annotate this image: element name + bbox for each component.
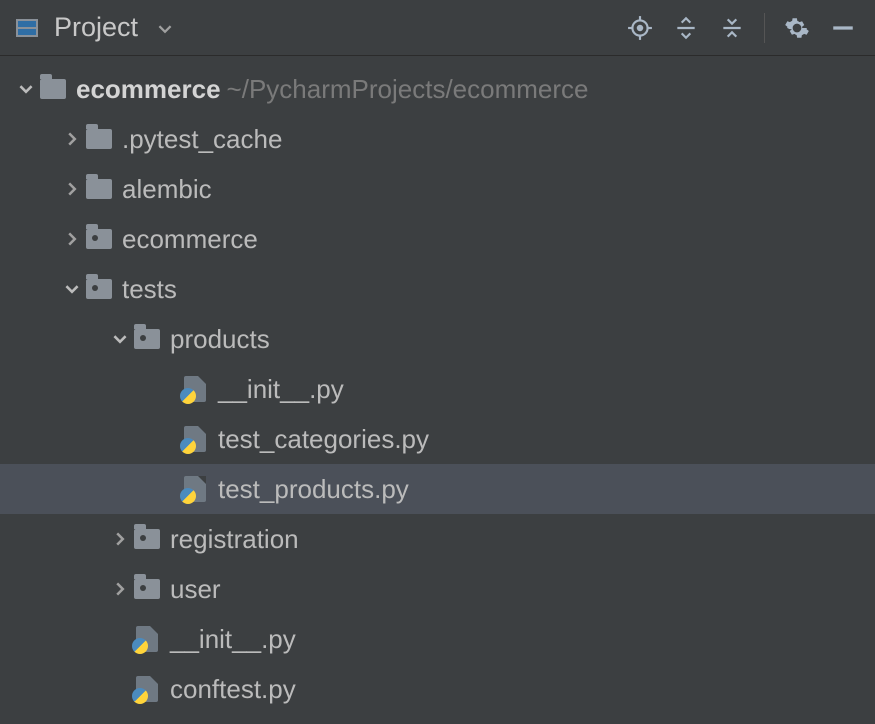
chevron-down-icon[interactable] <box>60 282 84 296</box>
tree-row-file[interactable]: __init__.py <box>0 364 875 414</box>
package-icon <box>132 329 162 349</box>
chevron-down-icon[interactable] <box>108 332 132 346</box>
tree-path: ~/PycharmProjects/ecommerce <box>227 74 589 105</box>
hide-icon[interactable] <box>829 14 857 42</box>
chevron-down-icon[interactable] <box>14 82 38 96</box>
tree-label: ecommerce <box>76 74 221 105</box>
tree-label: registration <box>170 524 299 555</box>
chevron-right-icon[interactable] <box>108 532 132 546</box>
tree-label: alembic <box>122 174 212 205</box>
project-tree: ecommerce ~/PycharmProjects/ecommerce .p… <box>0 56 875 714</box>
package-icon <box>84 279 114 299</box>
tree-label: conftest.py <box>170 674 296 705</box>
tree-label: ecommerce <box>122 224 258 255</box>
tree-label: user <box>170 574 221 605</box>
folder-icon <box>38 79 68 99</box>
tree-row-file-selected[interactable]: test_products.py <box>0 464 875 514</box>
tree-row-folder[interactable]: registration <box>0 514 875 564</box>
package-icon <box>132 579 162 599</box>
tree-row-folder[interactable]: tests <box>0 264 875 314</box>
chevron-right-icon[interactable] <box>60 182 84 196</box>
chevron-right-icon[interactable] <box>60 132 84 146</box>
tree-label: test_products.py <box>218 474 409 505</box>
tree-row-folder[interactable]: user <box>0 564 875 614</box>
folder-icon <box>84 129 114 149</box>
folder-icon <box>84 179 114 199</box>
tree-row-folder[interactable]: products <box>0 314 875 364</box>
tree-label: .pytest_cache <box>122 124 282 155</box>
chevron-down-icon <box>158 12 172 43</box>
python-file-icon <box>180 376 210 402</box>
chevron-right-icon[interactable] <box>108 582 132 596</box>
tree-row-file[interactable]: conftest.py <box>0 664 875 714</box>
toolbar-separator <box>764 13 765 43</box>
chevron-right-icon[interactable] <box>60 232 84 246</box>
tree-row-folder[interactable]: alembic <box>0 164 875 214</box>
project-toolbar: Project <box>0 0 875 56</box>
tree-row-file[interactable]: test_categories.py <box>0 414 875 464</box>
locate-icon[interactable] <box>626 14 654 42</box>
python-file-icon <box>180 426 210 452</box>
tree-row-file[interactable]: __init__.py <box>0 614 875 664</box>
tree-row-root[interactable]: ecommerce ~/PycharmProjects/ecommerce <box>0 64 875 114</box>
tree-row-folder[interactable]: .pytest_cache <box>0 114 875 164</box>
project-dropdown[interactable]: Project <box>6 12 172 43</box>
tree-label: tests <box>122 274 177 305</box>
tree-label: test_categories.py <box>218 424 429 455</box>
tree-row-folder[interactable]: ecommerce <box>0 214 875 264</box>
collapse-all-icon[interactable] <box>718 14 746 42</box>
toolbar-title: Project <box>54 12 138 43</box>
gear-icon[interactable] <box>783 14 811 42</box>
tree-label: products <box>170 324 270 355</box>
project-icon <box>16 19 38 37</box>
expand-all-icon[interactable] <box>672 14 700 42</box>
python-file-icon <box>132 626 162 652</box>
package-icon <box>132 529 162 549</box>
tree-label: __init__.py <box>170 624 296 655</box>
tree-label: __init__.py <box>218 374 344 405</box>
package-icon <box>84 229 114 249</box>
python-file-icon <box>132 676 162 702</box>
python-file-icon <box>180 476 210 502</box>
